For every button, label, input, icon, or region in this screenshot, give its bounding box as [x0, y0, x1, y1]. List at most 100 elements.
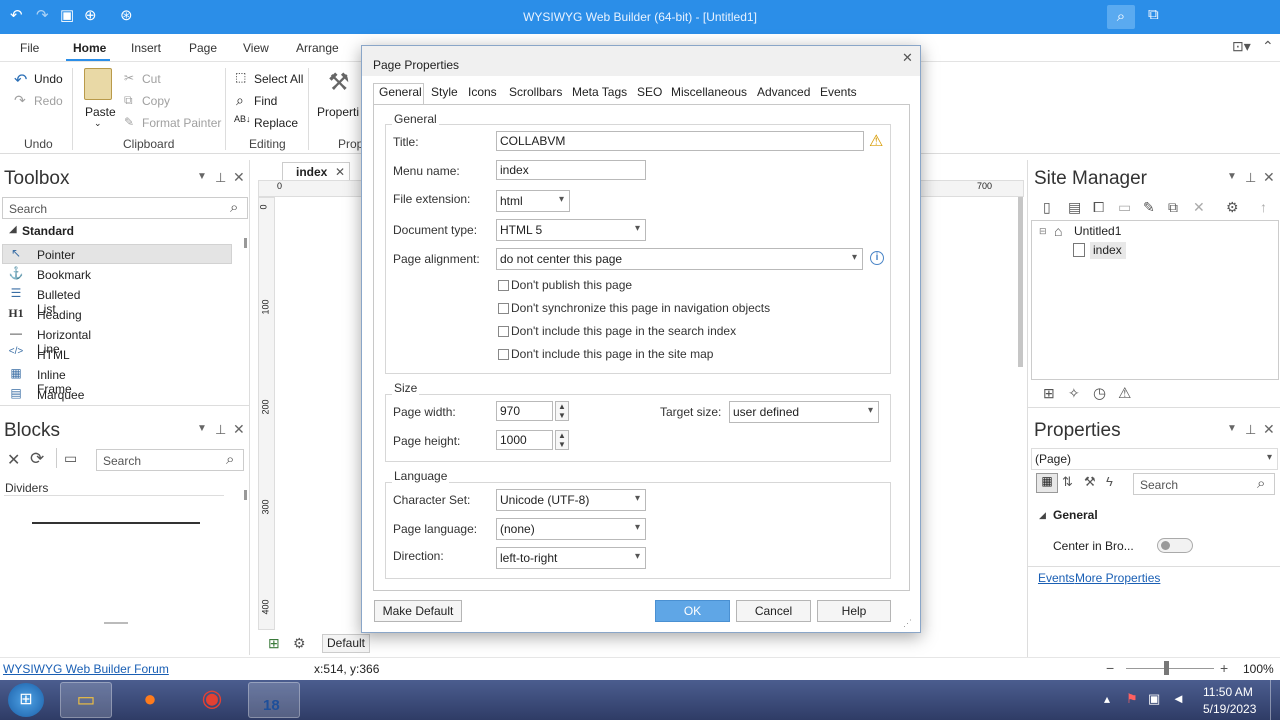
- replace-button[interactable]: Replace: [254, 116, 298, 130]
- dont-sitemap-checkbox[interactable]: [498, 349, 509, 360]
- ok-button[interactable]: OK: [655, 600, 730, 622]
- title-input[interactable]: COLLABVM: [496, 131, 864, 151]
- file-explorer-icon[interactable]: ▭: [60, 682, 112, 718]
- dont-index-label[interactable]: Don't include this page in the search in…: [511, 324, 736, 338]
- toolbox-section-standard[interactable]: Standard: [22, 224, 74, 238]
- tree-root[interactable]: Untitled1: [1074, 224, 1121, 238]
- zoom-out-icon[interactable]: −: [1106, 660, 1114, 676]
- target-size-select[interactable]: user defined: [729, 401, 879, 423]
- search-icon[interactable]: ⌕: [230, 199, 238, 216]
- show-hidden-icons[interactable]: ▴: [1104, 692, 1110, 706]
- pin-icon[interactable]: ⊥: [215, 422, 226, 438]
- page-icon[interactable]: ▤: [1068, 199, 1081, 216]
- close-icon[interactable]: ✕: [233, 421, 245, 438]
- properties-button[interactable]: Properti: [317, 105, 359, 119]
- dont-sync-checkbox[interactable]: [498, 303, 509, 314]
- make-default-button[interactable]: Make Default: [374, 600, 462, 622]
- dont-publish-label[interactable]: Don't publish this page: [511, 278, 632, 292]
- refresh-icon[interactable]: ⟳: [30, 449, 44, 469]
- scrollbar-thumb[interactable]: [1018, 197, 1023, 367]
- dropdown-icon[interactable]: ▼: [197, 171, 207, 182]
- page-language-select[interactable]: (none): [496, 518, 646, 540]
- delete-icon[interactable]: ✕: [1193, 199, 1205, 216]
- page-alignment-select[interactable]: do not center this page: [496, 248, 863, 270]
- chevron-down-icon[interactable]: ⌄: [94, 118, 102, 129]
- cancel-button[interactable]: Cancel: [736, 600, 811, 622]
- direction-select[interactable]: left-to-right: [496, 547, 646, 569]
- menu-file[interactable]: File: [20, 41, 39, 55]
- tab-scrollbars[interactable]: Scrollbars: [509, 85, 562, 99]
- close-icon[interactable]: ✕: [335, 165, 345, 179]
- tree-item-index[interactable]: index: [1093, 243, 1122, 257]
- chrome-icon[interactable]: ◉: [186, 682, 238, 718]
- firefox-icon[interactable]: ●: [124, 682, 176, 718]
- blocks-search-input[interactable]: Search ⌕: [96, 449, 244, 471]
- copy-button[interactable]: Copy: [142, 94, 170, 108]
- menu-arrange[interactable]: Arrange: [296, 41, 339, 55]
- tab-general[interactable]: General: [379, 85, 422, 99]
- tab-miscellaneous[interactable]: Miscellaneous: [671, 85, 747, 99]
- link-icon[interactable]: ⧠: [1093, 199, 1104, 216]
- properties-search-input[interactable]: Search ⌕: [1133, 473, 1275, 495]
- events-link[interactable]: Events: [1038, 571, 1075, 585]
- clock-date[interactable]: 5/19/2023: [1203, 702, 1256, 716]
- search-icon[interactable]: ⌕: [1107, 5, 1135, 29]
- more-properties-link[interactable]: More Properties: [1075, 571, 1160, 585]
- close-icon[interactable]: ✕: [1263, 421, 1275, 438]
- undo-button[interactable]: Undo: [34, 72, 63, 86]
- volume-icon[interactable]: ◄: [1172, 691, 1185, 706]
- search-icon[interactable]: ⌕: [1257, 475, 1265, 492]
- menu-view[interactable]: View: [243, 41, 269, 55]
- help-button[interactable]: Help: [817, 600, 891, 622]
- dropdown-icon[interactable]: ▼: [197, 423, 207, 434]
- close-icon[interactable]: ✕: [1263, 169, 1275, 186]
- zoom-in-icon[interactable]: +: [1220, 660, 1228, 676]
- tab-advanced[interactable]: Advanced: [757, 85, 810, 99]
- edit-icon[interactable]: ✎: [1143, 199, 1155, 216]
- search-icon[interactable]: ⌕: [226, 451, 234, 468]
- object-selector[interactable]: (Page): [1031, 448, 1278, 470]
- clone-icon[interactable]: ⧉: [1168, 199, 1178, 216]
- resize-grip-icon[interactable]: ⋰: [903, 618, 912, 629]
- tab-seo[interactable]: SEO: [637, 85, 662, 99]
- zoom-slider-thumb[interactable]: [1164, 661, 1169, 675]
- select-all-button[interactable]: Select All: [254, 72, 303, 86]
- scrollbar-thumb[interactable]: [244, 238, 247, 248]
- pin-icon[interactable]: ⊥: [215, 170, 226, 186]
- page-width-spinner[interactable]: ▲ ▼: [555, 401, 569, 421]
- info-icon[interactable]: i: [870, 251, 884, 265]
- clock-icon[interactable]: ◷: [1093, 384, 1106, 402]
- paste-button[interactable]: Paste: [85, 105, 116, 119]
- close-icon[interactable]: ✕: [233, 169, 245, 186]
- divider-block-preview[interactable]: [32, 522, 200, 524]
- page-settings-icon[interactable]: ⚙: [293, 635, 306, 652]
- menu-name-input[interactable]: index: [496, 160, 646, 180]
- charset-select[interactable]: Unicode (UTF-8): [496, 489, 646, 511]
- tab-events[interactable]: Events: [820, 85, 857, 99]
- format-painter-button[interactable]: Format Painter: [142, 116, 221, 130]
- new-page-icon[interactable]: ▯: [1043, 199, 1051, 216]
- menu-insert[interactable]: Insert: [131, 41, 161, 55]
- dont-publish-checkbox[interactable]: [498, 280, 509, 291]
- start-button[interactable]: ⊞: [8, 683, 44, 717]
- blocks-section-dividers[interactable]: Dividers: [5, 481, 48, 495]
- menu-page[interactable]: Page: [189, 41, 217, 55]
- tab-default[interactable]: Default: [322, 634, 370, 653]
- wrench-icon[interactable]: ⚒: [1084, 474, 1096, 490]
- pin-icon[interactable]: ⊥: [1245, 422, 1256, 438]
- pin-icon[interactable]: ✧: [1068, 385, 1080, 402]
- close-icon[interactable]: ✕: [902, 50, 913, 66]
- events-icon[interactable]: ϟ: [1106, 474, 1113, 489]
- dont-sitemap-label[interactable]: Don't include this page in the site map: [511, 347, 713, 361]
- collapse-icon[interactable]: ⊟: [1039, 226, 1047, 237]
- sort-icon[interactable]: ⇅: [1062, 474, 1073, 490]
- toolbox-search-input[interactable]: Search ⌕: [2, 197, 248, 219]
- add-page-icon[interactable]: ⊞: [268, 635, 280, 652]
- warning-icon[interactable]: ⚠: [1118, 384, 1131, 402]
- move-up-icon[interactable]: ↑: [1260, 199, 1267, 215]
- divider-block-preview[interactable]: [104, 622, 128, 624]
- menu-home[interactable]: Home: [73, 41, 106, 55]
- page-height-spinner[interactable]: ▲ ▼: [555, 430, 569, 450]
- collapse-icon[interactable]: ◢: [9, 224, 17, 235]
- categorized-icon[interactable]: ▦: [1036, 473, 1058, 493]
